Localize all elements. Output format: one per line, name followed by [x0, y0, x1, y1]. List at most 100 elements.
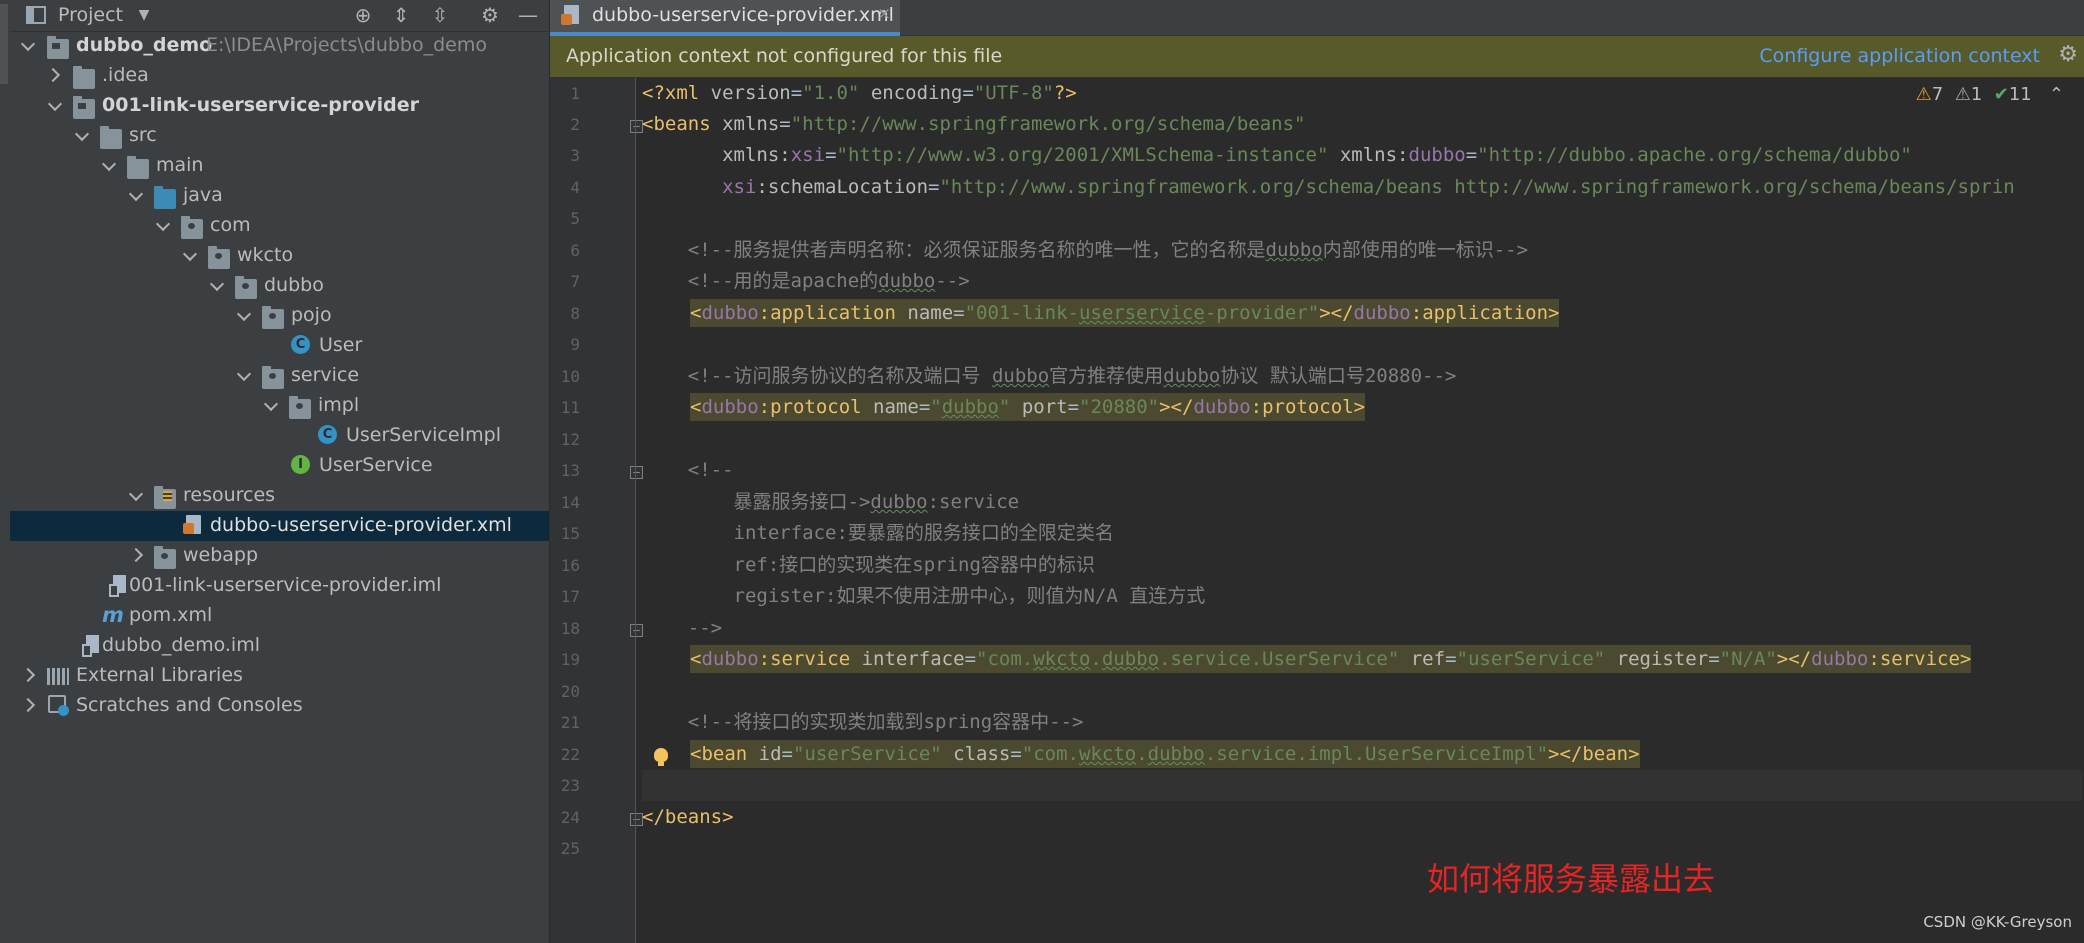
tree-item-dubbo-demo[interactable]: dubbo_demo E:\IDEA\Projects\dubbo_demo: [10, 31, 549, 61]
chevron-right-icon[interactable]: [24, 697, 38, 711]
locate-icon[interactable]: ⊕: [351, 3, 375, 27]
code-line-22[interactable]: <bean id="userService" class="com.wkcto.…: [690, 739, 2082, 770]
code-line-23-current[interactable]: [642, 770, 2082, 801]
xml-file-icon: [183, 515, 201, 534]
tree-item-impl[interactable]: impl: [10, 391, 549, 421]
intention-bulb-icon[interactable]: [654, 748, 668, 766]
chevron-right-icon[interactable]: [24, 667, 38, 681]
token: =: [962, 82, 974, 104]
tree-item-demo-iml[interactable]: dubbo_demo.iml: [10, 631, 549, 661]
line-number: 18: [560, 619, 580, 638]
tree-item-src[interactable]: src: [10, 121, 549, 151]
token: "1.0": [802, 82, 860, 104]
code-line-21[interactable]: <!--将接口的实现类加载到spring容器中-->: [642, 707, 2082, 738]
gear-icon[interactable]: ⚙: [2058, 42, 2078, 67]
tree-item-com[interactable]: com: [10, 211, 549, 241]
code-line-19[interactable]: <dubbo:service interface="com.wkcto.dubb…: [690, 644, 2082, 675]
token: dubbo: [701, 396, 759, 418]
tree-item-pom[interactable]: m pom.xml: [10, 601, 549, 631]
tree-item-label: com: [210, 214, 251, 236]
project-panel-title[interactable]: Project: [58, 4, 123, 26]
chevron-down-icon[interactable]: [157, 217, 171, 231]
code-line-14[interactable]: 暴露服务接口->dubbo:service: [642, 487, 2082, 518]
code-line-11[interactable]: <dubbo:protocol name="dubbo" port="20880…: [690, 392, 2082, 423]
chevron-down-icon[interactable]: [265, 397, 279, 411]
expand-all-icon[interactable]: ⇕: [389, 3, 413, 27]
chevron-up-icon[interactable]: ⌃: [2049, 84, 2064, 105]
gear-icon[interactable]: ⚙: [478, 3, 502, 27]
tree-item-userservice[interactable]: I UserService: [10, 451, 549, 481]
chevron-right-icon[interactable]: [49, 67, 63, 81]
collapse-all-icon[interactable]: ⇳: [428, 3, 452, 27]
libraries-icon: [47, 668, 69, 685]
configure-context-link[interactable]: Configure application context: [1759, 45, 2040, 67]
code-line-1[interactable]: <?xml version="1.0" encoding="UTF-8"?>: [642, 78, 2082, 109]
chevron-right-icon[interactable]: [132, 547, 146, 561]
token: =: [779, 113, 791, 135]
tree-item-idea[interactable]: .idea: [10, 61, 549, 91]
tree-item-pojo[interactable]: pojo: [10, 301, 549, 331]
tree-item-java[interactable]: java: [10, 181, 549, 211]
tree-item-wkcto[interactable]: wkcto: [10, 241, 549, 271]
tree-item-scratches[interactable]: Scratches and Consoles: [10, 691, 549, 721]
token: "http://dubbo.apache.org/schema/dubbo": [1477, 144, 1912, 166]
token: xmlns: [1328, 144, 1398, 166]
tree-item-label: dubbo_demo: [76, 34, 213, 56]
code-line-8[interactable]: <dubbo:application name="001-link-userse…: [690, 298, 2082, 329]
token: :service: [927, 491, 1020, 513]
token: dubbo: [701, 302, 759, 324]
code-line-3[interactable]: xmlns:xsi="http://www.w3.org/2001/XMLSch…: [642, 140, 2082, 171]
chevron-down-icon[interactable]: [130, 187, 144, 201]
chevron-down-icon[interactable]: [103, 157, 117, 171]
token: .service.impl.UserServiceImpl": [1204, 743, 1549, 765]
tree-item-main[interactable]: main: [10, 151, 549, 181]
chevron-down-icon[interactable]: [130, 487, 144, 501]
token: wkcto: [1033, 648, 1091, 670]
code-line-7[interactable]: <!--用的是apache的dubbo-->: [642, 266, 2082, 297]
tree-item-external-libraries[interactable]: External Libraries: [10, 661, 549, 691]
chevron-down-icon[interactable]: [184, 247, 198, 261]
tree-item-userserviceimpl[interactable]: C UserServiceImpl: [10, 421, 549, 451]
code-line-18[interactable]: -->: [642, 613, 2082, 644]
tree-item-resources[interactable]: resources: [10, 481, 549, 511]
token: dubbo: [1101, 648, 1160, 670]
hide-icon[interactable]: —: [516, 3, 540, 27]
code-line-10[interactable]: <!--访问服务协议的名称及端口号 dubbo官方推荐使用dubbo协议 默认端…: [642, 361, 2082, 392]
project-stripe-button[interactable]: [0, 4, 8, 84]
token: <!--访问服务协议的名称及端口号: [642, 365, 992, 387]
chevron-down-icon[interactable]: [211, 277, 225, 291]
code-line-4[interactable]: xsi:schemaLocation="http://www.springfra…: [642, 172, 2082, 203]
line-number: 14: [560, 493, 580, 512]
code-line-17[interactable]: register:如果不使用注册中心，则值为N/A 直连方式: [642, 581, 2082, 612]
chevron-down-icon[interactable]: [22, 37, 36, 51]
chevron-down-icon[interactable]: [49, 97, 63, 111]
token: :: [1397, 144, 1409, 166]
tab-dubbo-userservice-provider-xml[interactable]: dubbo-userservice-provider.xml ×: [550, 0, 900, 36]
chevron-down-icon[interactable]: [238, 367, 252, 381]
package-icon: [262, 366, 284, 389]
tree-item-webapp[interactable]: webapp: [10, 541, 549, 571]
code-line-15[interactable]: interface:要暴露的服务接口的全限定类名: [642, 518, 2082, 549]
view-dropdown-icon[interactable]: ▼: [132, 3, 156, 27]
code-editor[interactable]: <?xml version="1.0" encoding="UTF-8"?> <…: [642, 78, 2082, 943]
tree-item-service[interactable]: service: [10, 361, 549, 391]
tree-item-provider-module[interactable]: 001-link-userservice-provider: [10, 91, 549, 121]
code-line-6[interactable]: <!--服务提供者声明名称：必须保证服务名称的唯一性，它的名称是dubbo内部使…: [642, 235, 2082, 266]
code-line-16[interactable]: ref:接口的实现类在spring容器中的标识: [642, 550, 2082, 581]
tree-item-dubbo[interactable]: dubbo: [10, 271, 549, 301]
line-number: 15: [560, 524, 580, 543]
close-icon[interactable]: ×: [877, 4, 891, 24]
token: :protocol: [758, 396, 874, 418]
token: =: [825, 144, 837, 166]
code-line-2[interactable]: <beans xmlns="http://www.springframework…: [642, 109, 2082, 140]
chevron-down-icon[interactable]: [238, 307, 252, 321]
tree-item-label: impl: [318, 394, 360, 416]
tree-item-provider-xml[interactable]: dubbo-userservice-provider.xml: [10, 511, 549, 541]
chevron-down-icon[interactable]: [76, 127, 90, 141]
tree-item-provider-iml[interactable]: 001-link-userservice-provider.iml: [10, 571, 549, 601]
code-line-24[interactable]: </beans>: [642, 802, 2082, 833]
tree-item-user[interactable]: C User: [10, 331, 549, 361]
inspection-widget[interactable]: ⚠7 ⚠1 ✔11 ⌃: [1916, 84, 2064, 105]
token: =: [1465, 144, 1478, 166]
code-line-13[interactable]: <!--: [642, 455, 2082, 486]
